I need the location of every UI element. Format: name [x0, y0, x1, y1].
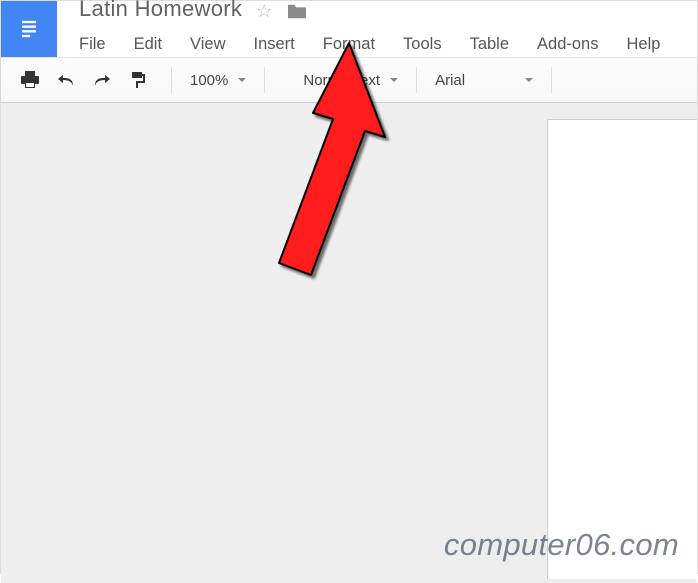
paint-format-button[interactable] [123, 65, 153, 95]
zoom-value: 100% [190, 72, 228, 89]
menu-edit[interactable]: Edit [120, 31, 176, 58]
paint-format-icon [130, 71, 146, 89]
folder-icon[interactable] [286, 2, 308, 20]
chevron-down-icon [525, 78, 533, 82]
chevron-down-icon [390, 78, 398, 82]
paragraph-style-dropdown[interactable]: Normal text [277, 70, 404, 91]
font-value: Arial [435, 72, 465, 89]
toolbar-separator [416, 67, 417, 93]
toolbar-separator [171, 67, 172, 93]
toolbar: 100% Normal text Arial [1, 57, 697, 103]
print-icon [20, 71, 40, 89]
undo-button[interactable] [51, 65, 81, 95]
document-canvas[interactable] [1, 103, 697, 583]
menu-bar: File Edit View Insert Format Tools Table… [1, 23, 697, 57]
menu-insert[interactable]: Insert [240, 31, 309, 58]
chevron-down-icon [238, 78, 246, 82]
document-page[interactable] [547, 119, 697, 579]
redo-button[interactable] [87, 65, 117, 95]
menu-file[interactable]: File [79, 31, 120, 58]
toolbar-separator [264, 67, 265, 93]
paragraph-style-value: Normal text [283, 72, 380, 89]
toolbar-separator [551, 67, 552, 93]
redo-icon [93, 73, 111, 87]
menu-format[interactable]: Format [309, 31, 389, 58]
menu-addons[interactable]: Add-ons [523, 31, 612, 58]
print-button[interactable] [15, 65, 45, 95]
document-title[interactable]: Latin Homework [79, 0, 242, 22]
menu-tools[interactable]: Tools [389, 31, 456, 58]
zoom-dropdown[interactable]: 100% [184, 70, 252, 91]
font-dropdown[interactable]: Arial [429, 70, 539, 91]
docs-app-icon[interactable] [1, 1, 57, 57]
undo-icon [57, 73, 75, 87]
star-icon[interactable]: ☆ [256, 1, 272, 22]
menu-table[interactable]: Table [456, 31, 523, 58]
docs-logo-icon [15, 15, 43, 43]
menu-help[interactable]: Help [613, 31, 675, 58]
menu-view[interactable]: View [176, 31, 239, 58]
